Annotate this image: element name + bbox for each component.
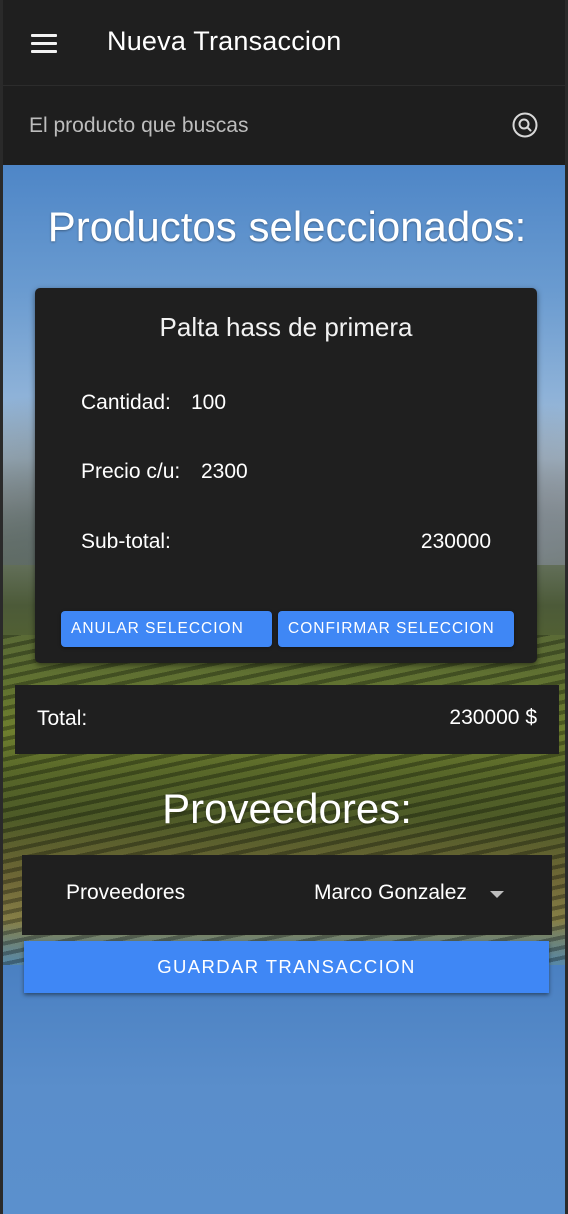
total-bar: Total: 230000 $ [15, 685, 559, 754]
app-frame: Nueva Transaccion Productos seleccionado… [0, 0, 568, 1214]
subtotal-value: 230000 [420, 530, 491, 553]
menu-icon-line [31, 50, 57, 53]
product-card: Palta hass de primera Cantidad: 100 Prec… [35, 288, 537, 663]
unit-price-value: 2300 [201, 460, 248, 483]
subtotal-label: Sub-total: [81, 530, 171, 553]
background-sky [3, 965, 565, 1214]
selected-products-heading: Productos seleccionados: [47, 203, 527, 250]
total-value: 230000 $ [449, 706, 537, 729]
menu-icon[interactable] [27, 27, 61, 59]
providers-field: Proveedores Marco Gonzalez [22, 855, 552, 935]
chevron-down-icon [490, 891, 504, 898]
app-bar: Nueva Transaccion [3, 0, 565, 86]
quantity-label: Cantidad: [81, 391, 171, 414]
providers-label: Proveedores [66, 881, 186, 904]
menu-icon-line [31, 42, 57, 45]
providers-heading: Proveedores: [162, 785, 412, 832]
providers-selected-value: Marco Gonzalez [314, 881, 467, 904]
cancel-selection-button[interactable]: ANULAR SELECCION [61, 611, 272, 647]
providers-select[interactable]: Marco Gonzalez [312, 877, 522, 911]
quantity-value: 100 [191, 391, 227, 414]
search-icon[interactable] [511, 111, 539, 139]
product-name: Palta hass de primera [159, 312, 413, 342]
search-bar [3, 86, 565, 165]
total-label: Total: [37, 707, 88, 730]
confirm-selection-button[interactable]: CONFIRMAR SELECCION [278, 611, 514, 647]
page-title: Nueva Transaccion [107, 26, 342, 56]
save-transaction-button[interactable]: GUARDAR TRANSACCION [24, 941, 549, 993]
menu-icon-line [31, 34, 57, 37]
unit-price-label: Precio c/u: [81, 460, 181, 483]
search-input[interactable] [27, 108, 501, 144]
